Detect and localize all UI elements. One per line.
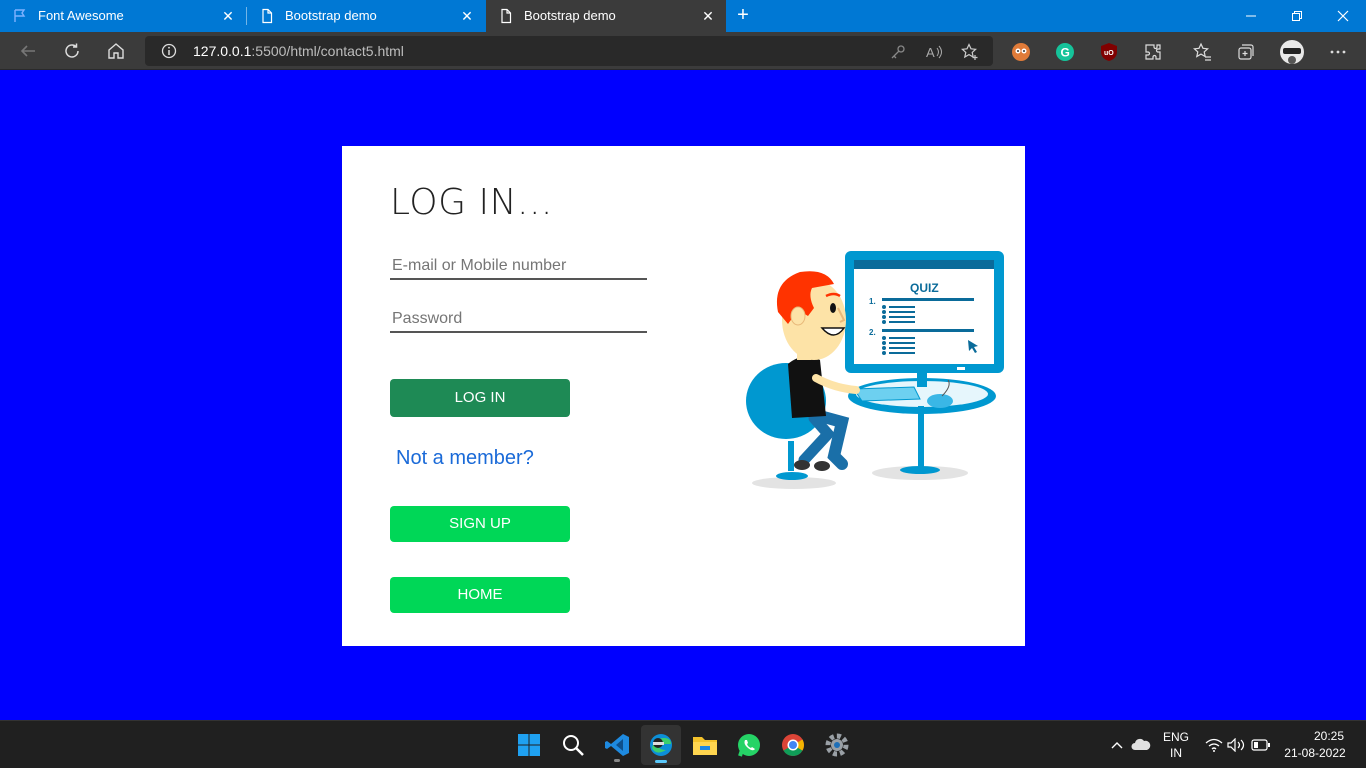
whatsapp-icon	[738, 734, 760, 757]
region-code: IN	[1170, 746, 1182, 760]
not-member-link[interactable]: Not a member?	[396, 447, 534, 470]
restore-button[interactable]	[1274, 0, 1320, 32]
login-card: LOG IN... LOG IN Not a member? SIGN UP H…	[342, 146, 1025, 646]
language-indicator[interactable]: ENG IN	[1160, 730, 1192, 760]
taskbar-whatsapp[interactable]	[729, 725, 769, 765]
svg-text:G: G	[1061, 46, 1070, 60]
clock-date: 21-08-2022	[1284, 746, 1346, 760]
svg-text:A: A	[926, 45, 935, 60]
tab-title: Font Awesome	[38, 8, 124, 23]
show-hidden-icons-chevron-up-icon[interactable]	[1107, 735, 1127, 755]
arrow-left-icon	[20, 45, 35, 57]
profile-avatar[interactable]	[1279, 39, 1305, 65]
taskbar-file-explorer[interactable]	[685, 725, 725, 765]
home-button[interactable]: HOME	[390, 577, 570, 613]
browser-toolbar: 127.0.0.1:5500/html/contact5.html A G uO	[0, 32, 1366, 70]
clock[interactable]: 20:25 21-08-2022	[1282, 729, 1348, 760]
info-icon[interactable]	[161, 43, 177, 59]
volume-icon[interactable]	[1227, 735, 1247, 755]
close-tab-icon[interactable]: ✕	[218, 6, 238, 26]
page-icon	[262, 8, 273, 24]
active-indicator	[655, 760, 667, 763]
folder-icon	[693, 737, 717, 755]
quiz-heading: QUIZ	[910, 281, 939, 295]
edge-icon	[650, 734, 672, 756]
add-favorite-icon[interactable]	[960, 42, 980, 62]
taskbar-vscode[interactable]	[597, 725, 637, 765]
clock-time: 20:25	[1313, 729, 1344, 743]
collections-icon[interactable]	[1235, 41, 1257, 63]
home-browser-button[interactable]	[102, 37, 130, 65]
ublock-icon[interactable]: uO	[1098, 41, 1120, 63]
refresh-icon	[65, 43, 79, 58]
quiz-item-number-2: 2.	[869, 328, 876, 337]
taskbar-search-button[interactable]	[553, 725, 593, 765]
flag-icon	[14, 9, 26, 22]
start-button[interactable]	[509, 725, 549, 765]
home-icon	[108, 43, 124, 59]
quiz-item-number-1: 1.	[869, 297, 876, 306]
email-field[interactable]	[390, 254, 647, 280]
extensions-icon[interactable]	[1142, 41, 1164, 63]
key-icon[interactable]	[888, 42, 908, 62]
tab-title: Bootstrap demo	[524, 8, 616, 23]
tab-bootstrap-demo[interactable]: Bootstrap demo ✕	[247, 0, 485, 32]
url-path: :5500/html/contact5.html	[251, 43, 404, 59]
refresh-button[interactable]	[58, 37, 86, 65]
url-host: 127.0.0.1	[193, 43, 252, 59]
windows-taskbar: ENG IN 20:25 21-08-2022	[0, 720, 1366, 768]
favorites-icon[interactable]	[1191, 41, 1213, 63]
running-indicator	[614, 759, 620, 762]
search-icon	[563, 735, 584, 756]
minimize-icon	[1246, 15, 1256, 17]
taskbar-settings[interactable]	[817, 725, 857, 765]
tab-bootstrap-demo-active[interactable]: Bootstrap demo ✕	[486, 0, 726, 32]
onedrive-cloud-icon[interactable]	[1131, 735, 1151, 755]
minimize-button[interactable]	[1228, 0, 1274, 32]
signup-button[interactable]: SIGN UP	[390, 506, 570, 542]
page-icon	[501, 8, 512, 24]
taskbar-chrome[interactable]	[773, 725, 813, 765]
language-code: ENG	[1162, 730, 1189, 744]
read-aloud-icon[interactable]: A	[924, 42, 944, 62]
url-text[interactable]: 127.0.0.1:5500/html/contact5.html	[193, 43, 404, 59]
chrome-icon	[782, 734, 804, 756]
login-button[interactable]: LOG IN	[390, 379, 570, 417]
extension-avatar-icon[interactable]	[1010, 41, 1032, 63]
close-tab-icon[interactable]: ✕	[698, 6, 718, 26]
quiz-illustration: QUIZ 1. 2.	[746, 251, 1004, 489]
grammarly-icon[interactable]: G	[1054, 41, 1076, 63]
more-options-icon[interactable]	[1327, 41, 1349, 63]
tab-font-awesome[interactable]: Font Awesome ✕	[0, 0, 246, 32]
wifi-icon[interactable]	[1204, 735, 1224, 755]
vscode-icon	[605, 734, 629, 756]
windows-logo-icon	[518, 734, 540, 756]
page-title: LOG IN...	[390, 182, 553, 223]
restore-icon	[1292, 11, 1302, 21]
browser-tab-strip: Font Awesome ✕ Bootstrap demo ✕ Bootstra…	[0, 0, 1366, 32]
close-tab-icon[interactable]: ✕	[457, 6, 477, 26]
close-icon	[1337, 10, 1349, 22]
tab-title: Bootstrap demo	[285, 8, 377, 23]
battery-icon[interactable]	[1251, 735, 1271, 755]
svg-text:uO: uO	[1104, 50, 1114, 57]
password-field[interactable]	[390, 307, 647, 333]
gear-icon	[825, 733, 849, 757]
taskbar-edge[interactable]	[641, 725, 681, 765]
address-bar[interactable]: 127.0.0.1:5500/html/contact5.html A	[145, 36, 993, 66]
new-tab-button[interactable]: +	[731, 4, 755, 28]
back-button[interactable]	[14, 37, 42, 65]
close-window-button[interactable]	[1320, 0, 1366, 32]
